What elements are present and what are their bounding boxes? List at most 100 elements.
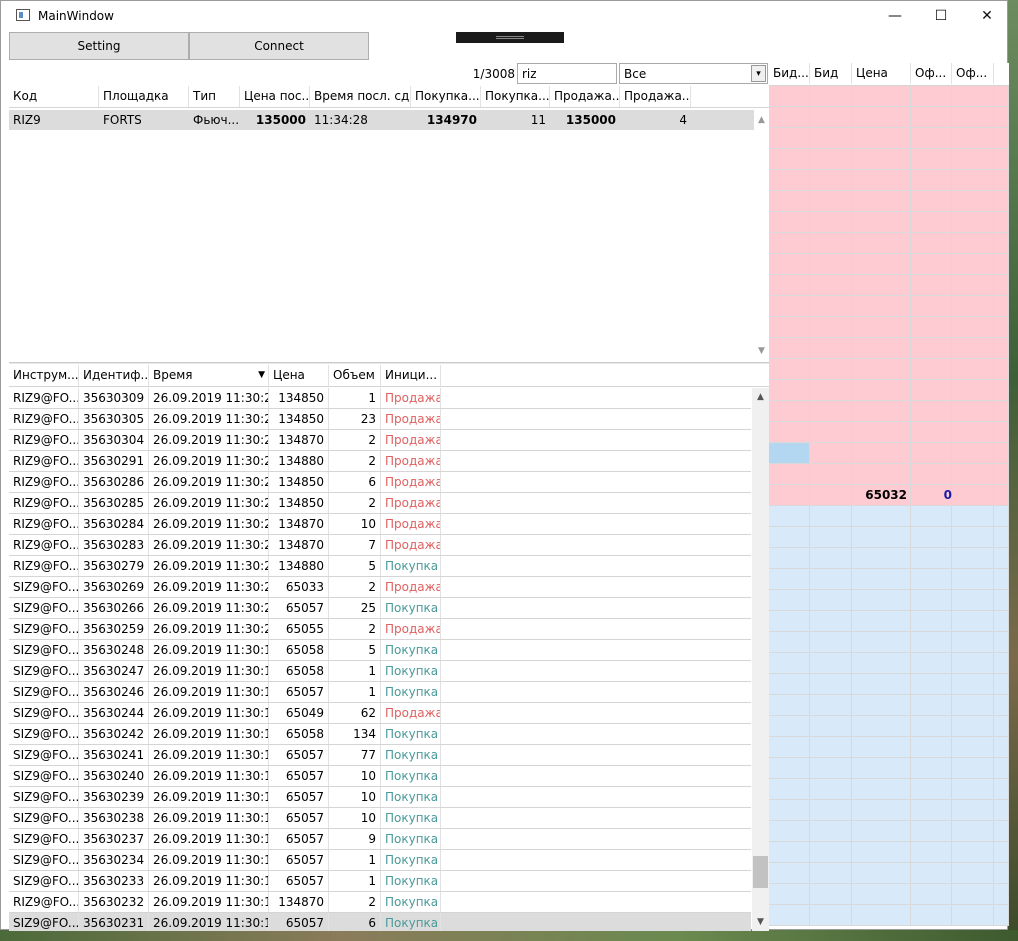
bid-level-row[interactable] [769,842,1009,863]
table-row[interactable]: SIZ9@FO... 35630237 26.09.2019 11:30:18 650… [9,829,751,850]
table-row[interactable]: SIZ9@FO... 35630241 26.09.2019 11:30:18 650… [9,745,751,766]
bid-level-row[interactable] [769,905,1009,926]
table-row[interactable]: SIZ9@FO... 35630239 26.09.2019 11:30:18 650… [9,787,751,808]
table-row[interactable]: SIZ9@FO... 35630238 26.09.2019 11:30:18 650… [9,808,751,829]
table-row[interactable]: SIZ9@FO... 35630266 26.09.2019 11:30:23 650… [9,598,751,619]
ask-level-row[interactable] [769,149,1009,170]
col-code[interactable]: Код [9,86,99,107]
table-row[interactable]: SIZ9@FO... 35630259 26.09.2019 11:30:23 650… [9,619,751,640]
ask-level-row[interactable] [769,401,1009,422]
col-offer-volume[interactable]: Оф... [911,63,952,84]
ask-level-row[interactable] [769,233,1009,254]
scroll-down-icon[interactable]: ▼ [754,344,769,358]
table-row[interactable]: SIZ9@FO... 35630231 26.09.2019 11:30:18 650… [9,913,751,931]
col-my-offer[interactable]: Оф... [952,63,994,84]
col-bid-volume[interactable]: Покупка... [481,86,550,107]
pane-divider[interactable] [9,362,769,364]
board-filter-select[interactable]: Все ▾ [619,63,768,84]
bid-level-row[interactable] [769,674,1009,695]
col-id[interactable]: Идентиф... [79,365,149,386]
bid-level-row[interactable] [769,758,1009,779]
col-initiator[interactable]: Иници... [381,365,441,386]
col-my-bid[interactable]: Бид... [769,63,810,84]
table-row[interactable]: RIZ9@FO... 35630232 26.09.2019 11:30:18 134… [9,892,751,913]
trades-scrollbar[interactable]: ▲ ▼ [752,388,769,931]
bid-level-row[interactable] [769,632,1009,653]
bid-level-row[interactable] [769,800,1009,821]
table-row[interactable]: RIZ9@FO... 35630291 26.09.2019 11:30:25 134… [9,451,751,472]
ask-level-row[interactable] [769,86,1009,107]
securities-scrollbar[interactable]: ▲ ▼ [754,110,769,361]
table-row[interactable]: SIZ9@FO... 35630234 26.09.2019 11:30:18 650… [9,850,751,871]
ask-level-row[interactable] [769,254,1009,275]
table-row[interactable]: RIZ9@FO... 35630283 26.09.2019 11:30:24 134… [9,535,751,556]
ask-level-row[interactable] [769,380,1009,401]
col-time[interactable]: Время ▼ [149,365,269,386]
maximize-button[interactable]: ☐ [918,1,964,31]
bid-level-row[interactable] [769,527,1009,548]
bid-level-row[interactable] [769,737,1009,758]
ask-level-row[interactable]: 65032 0 [769,485,1009,506]
table-row[interactable]: SIZ9@FO... 35630269 26.09.2019 11:30:23 650… [9,577,751,598]
col-ask-volume[interactable]: Продажа... [620,86,691,107]
table-row[interactable]: RIZ9@FO... 35630285 26.09.2019 11:30:24 134… [9,493,751,514]
ask-level-row[interactable] [769,464,1009,485]
minimize-button[interactable]: — [872,1,918,31]
col-price[interactable]: Цена [852,63,911,84]
col-type[interactable]: Тип [189,86,240,107]
ask-level-row[interactable] [769,317,1009,338]
table-row[interactable]: RIZ9@FO... 35630305 26.09.2019 11:30:27 134… [9,409,751,430]
col-board[interactable]: Площадка [99,86,189,107]
table-row[interactable]: RIZ9@FO... 35630286 26.09.2019 11:30:24 134… [9,472,751,493]
close-button[interactable]: ✕ [964,1,1010,31]
table-row[interactable]: RIZ9 FORTS Фьюч... 135000 11:34:28 13497… [9,110,754,130]
table-row[interactable]: SIZ9@FO... 35630244 26.09.2019 11:30:18 650… [9,703,751,724]
table-row[interactable]: RIZ9@FO... 35630309 26.09.2019 11:30:28 134… [9,388,751,409]
ask-level-row[interactable] [769,338,1009,359]
table-row[interactable]: SIZ9@FO... 35630233 26.09.2019 11:30:18 650… [9,871,751,892]
bid-level-row[interactable] [769,884,1009,905]
ask-level-row[interactable] [769,212,1009,233]
scroll-up-icon[interactable]: ▲ [753,390,768,404]
col-bid[interactable]: Покупка... [411,86,481,107]
col-price[interactable]: Цена [269,365,329,386]
bid-level-row[interactable] [769,569,1009,590]
ask-level-row[interactable] [769,422,1009,443]
bid-level-row[interactable] [769,506,1009,527]
bid-level-row[interactable] [769,821,1009,842]
col-last-price[interactable]: Цена пос... [240,86,310,107]
col-last-time[interactable]: Время посл. сд... [310,86,411,107]
bid-level-row[interactable] [769,611,1009,632]
table-row[interactable]: SIZ9@FO... 35630242 26.09.2019 11:30:18 650… [9,724,751,745]
scroll-down-icon[interactable]: ▼ [753,915,768,929]
ask-level-row[interactable] [769,170,1009,191]
connect-button[interactable]: Connect [189,32,369,60]
table-row[interactable]: RIZ9@FO... 35630279 26.09.2019 11:30:24 134… [9,556,751,577]
ask-level-row[interactable] [769,107,1009,128]
table-row[interactable]: SIZ9@FO... 35630240 26.09.2019 11:30:18 650… [9,766,751,787]
bid-level-row[interactable] [769,779,1009,800]
table-row[interactable]: SIZ9@FO... 35630247 26.09.2019 11:30:19 650… [9,661,751,682]
scroll-up-icon[interactable]: ▲ [754,113,769,127]
bid-level-row[interactable] [769,590,1009,611]
col-bid-volume[interactable]: Бид [810,63,852,84]
bid-level-row[interactable] [769,653,1009,674]
scroll-thumb[interactable] [753,856,768,888]
bid-level-row[interactable] [769,863,1009,884]
ask-level-row[interactable] [769,296,1009,317]
ask-level-row[interactable] [769,191,1009,212]
setting-button[interactable]: Setting [9,32,189,60]
bid-level-row[interactable] [769,695,1009,716]
ask-level-row[interactable] [769,275,1009,296]
search-input[interactable] [517,63,617,84]
col-volume[interactable]: Объем [329,365,381,386]
table-row[interactable]: SIZ9@FO... 35630248 26.09.2019 11:30:19 650… [9,640,751,661]
col-ask[interactable]: Продажа... [550,86,620,107]
ask-level-row[interactable] [769,359,1009,380]
splitter-grip[interactable] [456,32,564,43]
bid-level-row[interactable] [769,716,1009,737]
bid-level-row[interactable] [769,548,1009,569]
ask-level-row[interactable] [769,128,1009,149]
title-bar[interactable]: MainWindow — ☐ ✕ [1,1,1007,31]
ask-level-row[interactable] [769,443,1009,464]
